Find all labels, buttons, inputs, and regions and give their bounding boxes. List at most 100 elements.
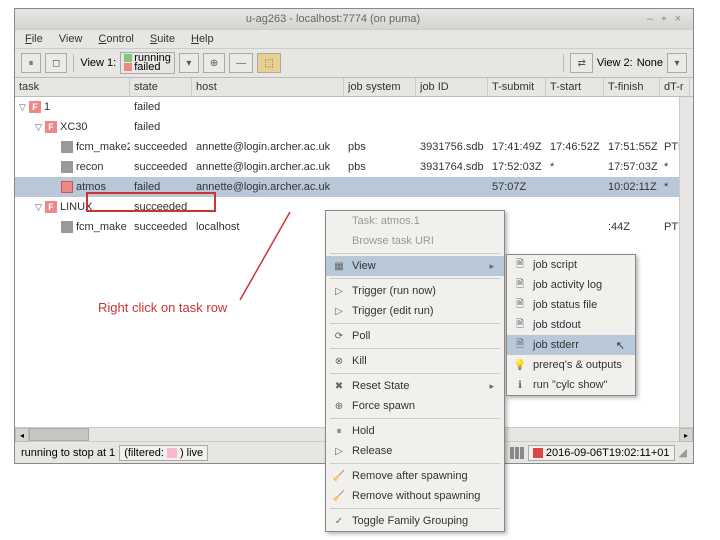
col-tsubmit[interactable]: T-submit bbox=[488, 78, 546, 96]
table-row[interactable]: ▽FXC30failed bbox=[15, 117, 693, 137]
sub-job-script[interactable]: 🗎job script bbox=[507, 255, 635, 275]
cell-jid: 3931756.sdb bbox=[416, 141, 488, 153]
info-icon: ℹ bbox=[513, 378, 527, 392]
toolbar: ⏸ ◻ View 1: running failed ▾ ⊕ — ⬚ ⇄ Vie… bbox=[15, 49, 693, 78]
reset-icon: ✖ bbox=[332, 379, 346, 393]
ctx-task-title: Task: atmos.1 bbox=[326, 211, 504, 231]
col-host[interactable]: host bbox=[192, 78, 344, 96]
col-jobsystem[interactable]: job system bbox=[344, 78, 416, 96]
resize-grip-icon[interactable]: ◢ bbox=[679, 446, 687, 459]
context-menu: Task: atmos.1 Browse task URI ▦View▸ ▷Tr… bbox=[325, 210, 505, 532]
scroll-left-button[interactable]: ◂ bbox=[15, 428, 29, 442]
task-name: XC30 bbox=[60, 121, 88, 133]
view2-label: View 2: bbox=[597, 57, 633, 69]
group-button[interactable]: ⬚ bbox=[257, 53, 280, 73]
state-icon bbox=[61, 161, 73, 173]
col-state[interactable]: state bbox=[130, 78, 192, 96]
cell-state: succeeded bbox=[130, 141, 192, 153]
col-tfinish[interactable]: T-finish bbox=[604, 78, 660, 96]
sub-job-stderr[interactable]: 🗎job stderr↖ bbox=[507, 335, 635, 355]
menu-view[interactable]: View bbox=[59, 33, 83, 45]
ctx-reset-state[interactable]: ✖Reset State▸ bbox=[326, 376, 504, 396]
play-icon: ▷ bbox=[332, 444, 346, 458]
cell-host: localhost bbox=[192, 221, 344, 233]
ctx-remove-without[interactable]: 🧹Remove without spawning bbox=[326, 486, 504, 506]
sub-cylc-show[interactable]: ℹrun "cylc show" bbox=[507, 375, 635, 395]
state-icon bbox=[61, 181, 73, 193]
cell-jsys: pbs bbox=[344, 161, 416, 173]
transpose-button[interactable]: ⇄ bbox=[570, 53, 592, 73]
menu-help[interactable]: Help bbox=[191, 33, 214, 45]
window-title: u-ag263 - localhost:7774 (on puma) bbox=[246, 13, 420, 25]
sub-job-status[interactable]: 🗎job status file bbox=[507, 295, 635, 315]
sub-prereqs[interactable]: 💡prereq's & outputs bbox=[507, 355, 635, 375]
expand-button[interactable]: ⊕ bbox=[203, 53, 225, 73]
pause-button[interactable]: ⏸ bbox=[21, 53, 41, 73]
bulb-icon: 💡 bbox=[513, 358, 527, 372]
cell-jid: 3931764.sdb bbox=[416, 161, 488, 173]
vertical-scrollbar[interactable] bbox=[679, 97, 693, 427]
scroll-thumb[interactable] bbox=[29, 428, 89, 441]
ctx-remove-after[interactable]: 🧹Remove after spawning bbox=[326, 466, 504, 486]
scroll-right-button[interactable]: ▸ bbox=[679, 428, 693, 442]
filter-indicator[interactable]: (filtered:) live bbox=[119, 445, 208, 461]
broom-icon: 🧹 bbox=[332, 489, 346, 503]
ctx-view[interactable]: ▦View▸ bbox=[326, 256, 504, 276]
submenu-arrow-icon: ▸ bbox=[489, 261, 494, 272]
state-icon: F bbox=[29, 101, 41, 113]
state-icon bbox=[61, 221, 73, 233]
ctx-release[interactable]: ▷Release bbox=[326, 441, 504, 461]
view2-dropdown[interactable]: ▾ bbox=[667, 53, 687, 73]
maximize-button[interactable]: + bbox=[657, 13, 671, 25]
table-row[interactable]: reconsucceededannette@login.archer.ac.uk… bbox=[15, 157, 693, 177]
cell-host: annette@login.archer.ac.uk bbox=[192, 161, 344, 173]
task-name: recon bbox=[76, 161, 104, 173]
expand-icon[interactable]: ▽ bbox=[35, 202, 45, 213]
cell-tfin: 17:57:03Z bbox=[604, 161, 660, 173]
ctx-trigger-now[interactable]: ▷Trigger (run now) bbox=[326, 281, 504, 301]
file-icon: 🗎 bbox=[513, 298, 527, 312]
minimize-button[interactable]: – bbox=[643, 13, 657, 25]
col-jobid[interactable]: job ID bbox=[416, 78, 488, 96]
cell-tfin: 10:02:11Z bbox=[604, 181, 660, 193]
col-task[interactable]: task bbox=[15, 78, 130, 96]
task-name: 1 bbox=[44, 101, 50, 113]
ctx-kill[interactable]: ⊗Kill bbox=[326, 351, 504, 371]
cell-tfin: :44Z bbox=[604, 221, 660, 233]
play-icon: ▷ bbox=[332, 304, 346, 318]
state-icon bbox=[61, 141, 73, 153]
ctx-trigger-edit[interactable]: ▷Trigger (edit run) bbox=[326, 301, 504, 321]
cell-tsub: 17:52:03Z bbox=[488, 161, 546, 173]
sub-job-stdout[interactable]: 🗎job stdout bbox=[507, 315, 635, 335]
activity-bars bbox=[510, 447, 524, 459]
sub-job-activity[interactable]: 🗎job activity log bbox=[507, 275, 635, 295]
table-row[interactable]: fcm_make2succeededannette@login.archer.a… bbox=[15, 137, 693, 157]
menubar: File View Control Suite Help bbox=[15, 30, 693, 49]
spawn-icon: ⊕ bbox=[332, 399, 346, 413]
collapse-button[interactable]: — bbox=[229, 53, 253, 73]
stop-button[interactable]: ◻ bbox=[45, 53, 67, 73]
expand-icon[interactable]: ▽ bbox=[35, 122, 45, 133]
table-header: task state host job system job ID T-subm… bbox=[15, 78, 693, 97]
ctx-toggle-family[interactable]: ✓Toggle Family Grouping bbox=[326, 511, 504, 531]
ctx-force-spawn[interactable]: ⊕Force spawn bbox=[326, 396, 504, 416]
expand-icon[interactable]: ▽ bbox=[19, 102, 29, 113]
menu-suite[interactable]: Suite bbox=[150, 33, 175, 45]
col-tstart[interactable]: T-start bbox=[546, 78, 604, 96]
ctx-browse-uri: Browse task URI bbox=[326, 231, 504, 251]
close-button[interactable]: × bbox=[671, 13, 685, 25]
cell-state: failed bbox=[130, 121, 192, 133]
timestamp-box: 2016-09-06T19:02:11+01 bbox=[528, 445, 675, 461]
menu-file[interactable]: File bbox=[25, 33, 43, 45]
status-dot-icon bbox=[533, 448, 543, 458]
menu-control[interactable]: Control bbox=[98, 33, 133, 45]
ctx-hold[interactable]: ⏸Hold bbox=[326, 421, 504, 441]
view1-label: View 1: bbox=[80, 57, 116, 69]
cell-tsub: 57:07Z bbox=[488, 181, 546, 193]
col-dt[interactable]: dT-r bbox=[660, 78, 690, 96]
ctx-poll[interactable]: ⟳Poll bbox=[326, 326, 504, 346]
view1-dropdown[interactable]: ▾ bbox=[179, 53, 199, 73]
table-row[interactable]: ▽F1failed bbox=[15, 97, 693, 117]
file-icon: 🗎 bbox=[513, 278, 527, 292]
broom-icon: 🧹 bbox=[332, 469, 346, 483]
